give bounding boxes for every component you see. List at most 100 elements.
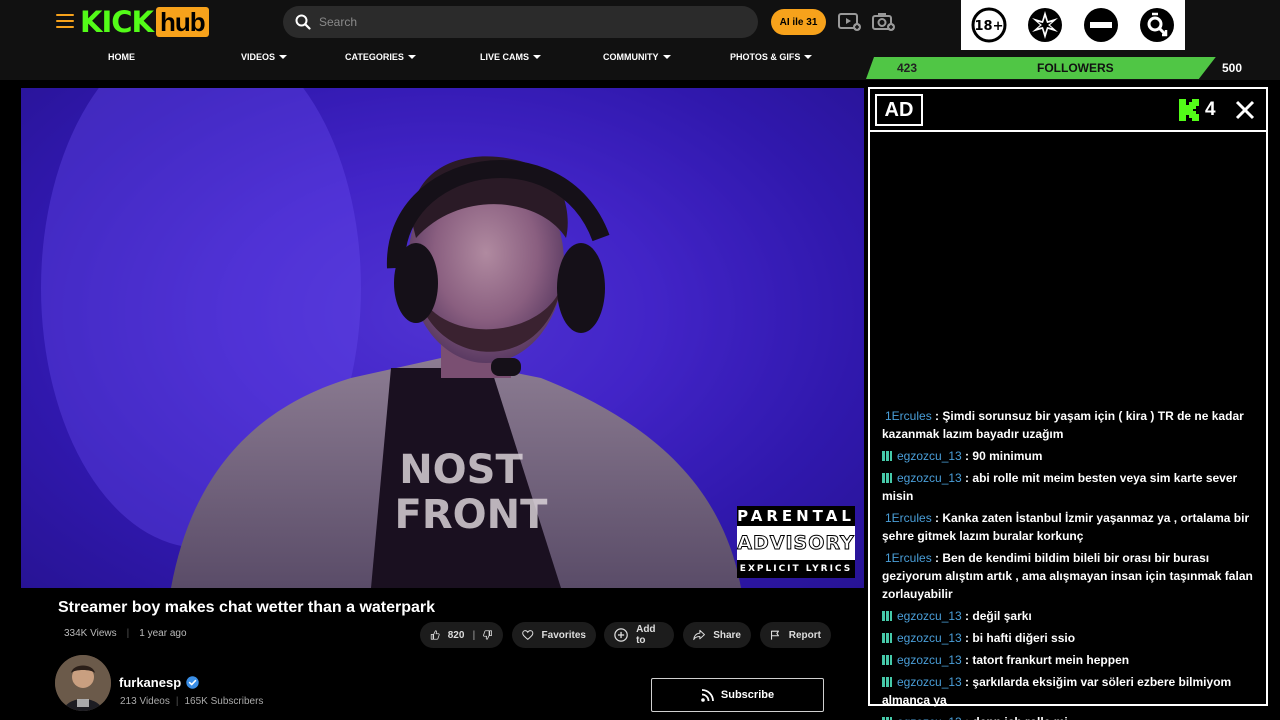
like-separator: | — [472, 629, 476, 641]
chat-username[interactable]: 1Ercules — [885, 409, 932, 423]
chat-message: egzozcu_13 : abi rolle mit meim besten v… — [882, 469, 1262, 505]
svg-text:NOST: NOST — [399, 447, 523, 493]
chat-username[interactable]: egzozcu_13 — [897, 631, 962, 645]
chat-username[interactable]: egzozcu_13 — [897, 675, 962, 689]
like-count: 820 — [447, 629, 465, 641]
close-icon[interactable] — [1234, 99, 1256, 121]
search-bar[interactable] — [283, 6, 758, 38]
ad-chat-panel: AD 4 1Ercules : Şimdi sorunsuz bir yaşam… — [868, 87, 1268, 720]
logo-kick-text: KICK — [80, 5, 154, 39]
user-badge-icon — [882, 611, 892, 621]
report-label: Report — [788, 629, 821, 641]
chat-username[interactable]: egzozcu_13 — [897, 449, 962, 463]
channel-stats: 213 Videos | 165K Subscribers — [120, 696, 263, 707]
chat-username[interactable]: 1Ercules — [885, 551, 932, 565]
share-label: Share — [713, 629, 741, 641]
chat-message: egzozcu_13 : bi hafti diğeri ssio — [882, 629, 1262, 647]
age-18-icon: 18+ — [969, 5, 1009, 45]
user-badge-icon — [882, 655, 892, 665]
subscribe-label: Subscribe — [720, 689, 775, 701]
content-badges: 18+ — [961, 0, 1185, 50]
site-logo[interactable]: KICK hub — [80, 7, 209, 37]
photo-upload-icon[interactable] — [872, 10, 896, 34]
user-badge-icon — [882, 473, 892, 483]
share-icon — [693, 629, 705, 641]
panel-header: AD 4 — [870, 89, 1266, 132]
thumbs-down-icon[interactable] — [483, 627, 493, 643]
pa-line3: EXPLICIT LYRICS — [737, 560, 855, 578]
nav-community[interactable]: COMMUNITY — [603, 52, 671, 62]
chat-log: 1Ercules : Şimdi sorunsuz bir yaşam için… — [882, 407, 1262, 720]
channel-avatar[interactable] — [55, 655, 111, 711]
chat-colon: : — [962, 715, 973, 720]
pa-line2: ADVISORY — [737, 526, 855, 560]
kick-k-icon — [1179, 99, 1199, 121]
chat-colon: : — [961, 631, 973, 645]
user-badge-icon — [882, 633, 892, 643]
followers-goal-bar: 423 FOLLOWERS 500 — [866, 57, 1280, 79]
pa-line1: PARENTAL — [737, 506, 855, 526]
explicit-burst-icon — [1025, 5, 1065, 45]
chat-colon: : — [961, 653, 973, 667]
channel-name-row[interactable]: furkanesp — [119, 675, 199, 690]
heart-icon — [522, 630, 534, 640]
meta-separator: | — [126, 628, 130, 639]
chat-text: 90 minimum — [972, 449, 1043, 463]
chat-text: değil şarkı — [972, 609, 1032, 623]
caret-down-icon — [804, 55, 813, 59]
add-to-label: Add to — [636, 624, 656, 646]
report-button[interactable]: Report — [760, 622, 831, 648]
chat-message: 1Ercules : Kanka zaten İstanbul İzmir ya… — [882, 509, 1262, 545]
chat-text: tatort frankurt mein heppen — [972, 653, 1130, 667]
nav-photos-gifs[interactable]: PHOTOS & GIFS — [730, 52, 813, 62]
share-button[interactable]: Share — [683, 622, 751, 648]
chat-username[interactable]: egzozcu_13 — [897, 609, 962, 623]
caret-down-icon — [407, 55, 416, 59]
add-to-button[interactable]: Add to — [604, 622, 674, 648]
svg-text:FRONT: FRONT — [395, 492, 549, 538]
parental-advisory-logo: PARENTAL ADVISORY EXPLICIT LYRICS — [737, 506, 855, 580]
chat-username[interactable]: 1Ercules — [885, 511, 932, 525]
nav-categories[interactable]: CATEGORIES — [345, 52, 416, 62]
chat-colon: : — [961, 609, 973, 623]
kick-count: 4 — [1205, 99, 1216, 120]
video-upload-icon[interactable] — [838, 10, 862, 34]
like-dislike-group: 820 | — [420, 622, 503, 648]
thumbs-up-icon[interactable] — [430, 627, 440, 643]
followers-goal: 500 — [1222, 61, 1243, 75]
chat-username[interactable]: egzozcu_13 — [897, 471, 962, 485]
nav-photos-gifs-label: PHOTOS & GIFS — [730, 52, 801, 62]
no-entry-icon — [1081, 5, 1121, 45]
nav-videos[interactable]: VIDEOS — [241, 52, 288, 62]
subscribe-button[interactable]: Subscribe — [651, 678, 824, 712]
chat-message: 1Ercules : Şimdi sorunsuz bir yaşam için… — [882, 407, 1262, 443]
ad-label: AD — [875, 94, 923, 126]
favorites-button[interactable]: Favorites — [512, 622, 596, 648]
add-circle-icon — [614, 628, 628, 642]
kick-counter: 4 — [1179, 99, 1216, 121]
chat-colon: : — [961, 449, 973, 463]
chat-username[interactable]: egzozcu_13 — [897, 715, 962, 720]
nav-live-cams[interactable]: LIVE CAMS — [480, 52, 542, 62]
nav-categories-label: CATEGORIES — [345, 52, 404, 62]
nav-home[interactable]: HOME — [108, 52, 135, 62]
chat-colon: : — [961, 675, 973, 689]
chat-colon: : — [931, 409, 943, 423]
age-18-text: 18+ — [975, 19, 1004, 34]
stats-separator: | — [175, 696, 179, 707]
search-input[interactable] — [319, 15, 719, 29]
menu-icon[interactable] — [56, 14, 74, 28]
view-count: 334K Views — [64, 628, 117, 639]
upload-age: 1 year ago — [139, 628, 187, 639]
chat-message: egzozcu_13 : denn ich rolle mi — [882, 713, 1262, 720]
chat-username[interactable]: egzozcu_13 — [897, 653, 962, 667]
nav-videos-label: VIDEOS — [241, 52, 276, 62]
nav-live-cams-label: LIVE CAMS — [480, 52, 530, 62]
gender-symbol-icon — [1137, 5, 1177, 45]
nav-community-label: COMMUNITY — [603, 52, 659, 62]
chat-message: egzozcu_13 : tatort frankurt mein heppen — [882, 651, 1262, 669]
user-badge-icon — [882, 677, 892, 687]
video-meta: 334K Views | 1 year ago — [64, 628, 187, 639]
ai-button[interactable]: AI ile 31 — [771, 9, 826, 35]
channel-subscriber-count: 165K Subscribers — [184, 696, 264, 707]
